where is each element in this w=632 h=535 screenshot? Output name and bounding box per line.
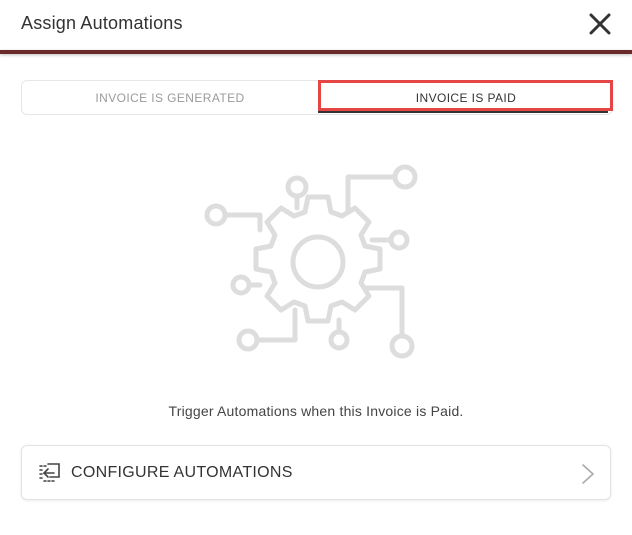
dialog-title: Assign Automations xyxy=(21,13,183,33)
automation-gear-icon xyxy=(200,160,430,360)
configure-automations-button[interactable]: CONFIGURE AUTOMATIONS xyxy=(21,445,611,500)
trigger-description: Trigger Automations when this Invoice is… xyxy=(168,403,464,419)
tab-invoice-generated[interactable]: INVOICE IS GENERATED xyxy=(22,81,318,114)
configure-automation-icon xyxy=(38,462,62,484)
configure-automations-label: CONFIGURE AUTOMATIONS xyxy=(71,464,293,481)
close-icon[interactable] xyxy=(586,10,614,38)
active-tab-indicator xyxy=(318,110,608,113)
header-divider xyxy=(0,50,632,54)
chevron-right-icon xyxy=(580,462,596,486)
dialog-header: Assign Automations xyxy=(0,0,632,50)
